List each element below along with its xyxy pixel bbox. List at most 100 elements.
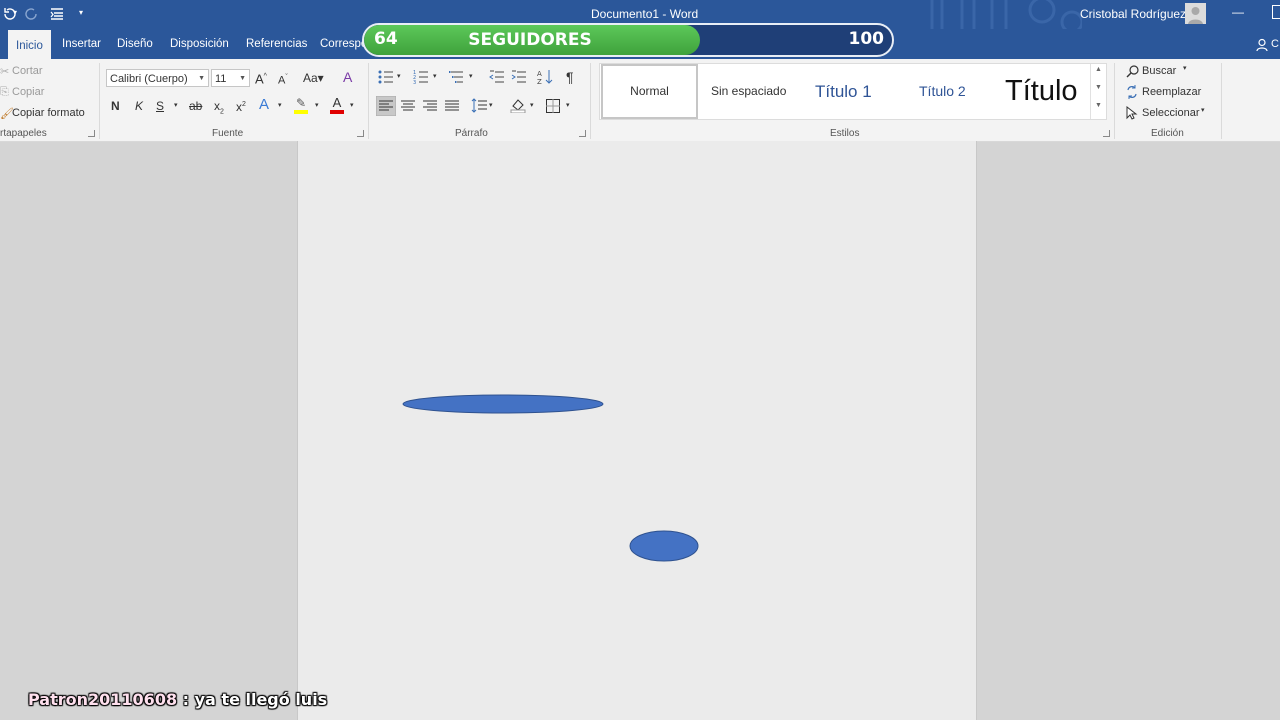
font-family-select[interactable]: Calibri (Cuerpo) ▼ bbox=[106, 69, 209, 87]
align-right-icon[interactable] bbox=[423, 99, 437, 113]
separator bbox=[590, 63, 591, 139]
paragraph-group-label: Párrafo bbox=[455, 128, 488, 139]
styles-launcher-icon[interactable] bbox=[1103, 130, 1110, 137]
tab-disposicion[interactable]: Disposición bbox=[162, 29, 237, 59]
format-painter-button[interactable]: Copiar formato bbox=[12, 107, 85, 119]
editing-group-label: Edición bbox=[1151, 128, 1184, 139]
style-titulo-2[interactable]: Título 2 bbox=[919, 64, 966, 119]
share-icon[interactable] bbox=[1256, 38, 1270, 52]
numbering-dropdown-icon[interactable]: ▾ bbox=[433, 68, 437, 86]
font-color-icon[interactable]: A bbox=[330, 96, 344, 114]
list-icon[interactable] bbox=[50, 7, 64, 21]
document-title: Documento1 - Word bbox=[591, 7, 699, 21]
ellipse-shape[interactable] bbox=[402, 394, 604, 414]
more-styles-icon[interactable]: ▼ bbox=[1095, 102, 1102, 109]
line-spacing-icon[interactable] bbox=[471, 98, 487, 114]
borders-icon[interactable] bbox=[546, 99, 560, 113]
tab-diseno[interactable]: Diseño bbox=[109, 29, 161, 59]
font-size-value: 11 bbox=[215, 73, 227, 85]
show-formatting-icon[interactable]: ¶ bbox=[566, 68, 574, 86]
customize-toolbar-icon[interactable]: ▾ bbox=[79, 8, 83, 17]
underline-dropdown-icon[interactable]: ▾ bbox=[174, 97, 178, 115]
avatar[interactable] bbox=[1185, 3, 1206, 24]
user-name[interactable]: Cristobal Rodríguez bbox=[1080, 7, 1186, 21]
grow-font-icon[interactable]: A^ bbox=[255, 68, 267, 86]
scroll-up-icon[interactable]: ▲ bbox=[1095, 66, 1102, 73]
clear-formatting-icon[interactable]: A bbox=[343, 68, 352, 86]
tab-insertar[interactable]: Insertar bbox=[54, 29, 109, 59]
multilevel-list-icon[interactable] bbox=[449, 70, 465, 84]
restore-icon[interactable] bbox=[1272, 5, 1280, 19]
line-spacing-dropdown-icon[interactable]: ▾ bbox=[489, 97, 493, 115]
shading-dropdown-icon[interactable]: ▾ bbox=[530, 97, 534, 115]
find-button[interactable]: Buscar bbox=[1142, 65, 1176, 77]
share-label[interactable]: C bbox=[1271, 38, 1279, 50]
font-color-dropdown-icon[interactable]: ▾ bbox=[350, 97, 354, 115]
font-launcher-icon[interactable] bbox=[357, 130, 364, 137]
cut-icon[interactable]: ✂ bbox=[0, 65, 9, 78]
styles-group-label: Estilos bbox=[830, 128, 860, 139]
bold-button[interactable]: N bbox=[111, 97, 120, 115]
text-effects-dropdown-icon[interactable]: ▾ bbox=[278, 97, 282, 115]
replace-button[interactable]: Reemplazar bbox=[1142, 86, 1201, 98]
minimize-button[interactable]: — bbox=[1232, 5, 1244, 19]
style-titulo[interactable]: Título bbox=[1005, 64, 1078, 119]
copy-button[interactable]: Copiar bbox=[12, 86, 44, 98]
select-button[interactable]: Seleccionar bbox=[1142, 107, 1199, 119]
style-sin-espaciado[interactable]: Sin espaciado bbox=[711, 64, 786, 119]
cursor-select-icon[interactable] bbox=[1126, 106, 1138, 120]
sort-icon[interactable]: AZ bbox=[537, 69, 553, 85]
select-dropdown-icon[interactable]: ▾ bbox=[1201, 106, 1205, 114]
align-center-icon[interactable] bbox=[401, 99, 415, 113]
subscript-icon[interactable]: x2 bbox=[214, 97, 224, 115]
shading-icon[interactable] bbox=[510, 97, 526, 113]
copy-icon[interactable]: ⎘ bbox=[0, 86, 9, 99]
document-canvas bbox=[402, 394, 699, 562]
change-case-icon[interactable]: Aa▾ bbox=[303, 69, 324, 87]
increase-indent-icon[interactable] bbox=[511, 70, 527, 84]
followers-goal: 100 bbox=[848, 29, 885, 49]
underline-button[interactable]: S bbox=[156, 97, 164, 115]
superscript-icon[interactable]: x2 bbox=[236, 96, 246, 114]
highlight-icon[interactable]: ✎ bbox=[294, 96, 308, 114]
font-size-select[interactable]: 11 ▼ bbox=[211, 69, 250, 87]
justify-icon[interactable] bbox=[445, 99, 459, 113]
style-normal[interactable]: Normal bbox=[601, 64, 698, 119]
font-group-label: Fuente bbox=[212, 128, 244, 139]
strikethrough-button[interactable]: ab bbox=[189, 97, 202, 115]
highlight-dropdown-icon[interactable]: ▾ bbox=[315, 97, 319, 115]
find-dropdown-icon[interactable]: ▾ bbox=[1183, 64, 1187, 72]
decrease-indent-icon[interactable] bbox=[489, 70, 505, 84]
multilevel-dropdown-icon[interactable]: ▾ bbox=[469, 68, 473, 86]
clipboard-group-label: rtapapeles bbox=[0, 128, 47, 139]
styles-scroll[interactable]: ▲ ▼ ▼ bbox=[1090, 64, 1106, 119]
scroll-down-icon[interactable]: ▼ bbox=[1095, 84, 1102, 91]
text-effects-icon[interactable]: A bbox=[259, 96, 269, 114]
paragraph-launcher-icon[interactable] bbox=[579, 130, 586, 137]
bullets-dropdown-icon[interactable]: ▾ bbox=[397, 68, 401, 86]
borders-dropdown-icon[interactable]: ▾ bbox=[566, 97, 570, 115]
italic-button[interactable]: K bbox=[135, 97, 143, 115]
clipboard-launcher-icon[interactable] bbox=[88, 130, 95, 137]
numbering-icon[interactable]: 123 bbox=[413, 70, 429, 84]
undo-dropdown-icon[interactable]: ▾ bbox=[13, 8, 17, 17]
separator bbox=[368, 63, 369, 139]
cut-button[interactable]: Cortar bbox=[12, 65, 43, 77]
followers-progress-bar: 64 SEGUIDORES 100 bbox=[362, 23, 894, 57]
tab-inicio[interactable]: Inicio bbox=[8, 30, 51, 60]
redo-icon[interactable] bbox=[25, 7, 39, 21]
svg-text:A: A bbox=[537, 70, 542, 78]
replace-icon[interactable] bbox=[1125, 85, 1139, 99]
chat-username: Patron20110608 bbox=[28, 690, 178, 709]
oval-shape[interactable] bbox=[629, 530, 699, 562]
style-titulo-1[interactable]: Título 1 bbox=[815, 64, 872, 119]
bullets-icon[interactable] bbox=[378, 70, 394, 84]
search-icon[interactable] bbox=[1126, 65, 1140, 79]
document-page[interactable] bbox=[297, 141, 977, 720]
chat-text: : ya te llegó luis bbox=[177, 690, 328, 709]
chevron-down-icon: ▼ bbox=[239, 75, 246, 82]
tab-referencias[interactable]: Referencias bbox=[238, 29, 315, 59]
font-family-value: Calibri (Cuerpo) bbox=[110, 73, 188, 85]
align-left-icon[interactable] bbox=[376, 96, 396, 116]
shrink-font-icon[interactable]: Aˇ bbox=[278, 69, 288, 87]
